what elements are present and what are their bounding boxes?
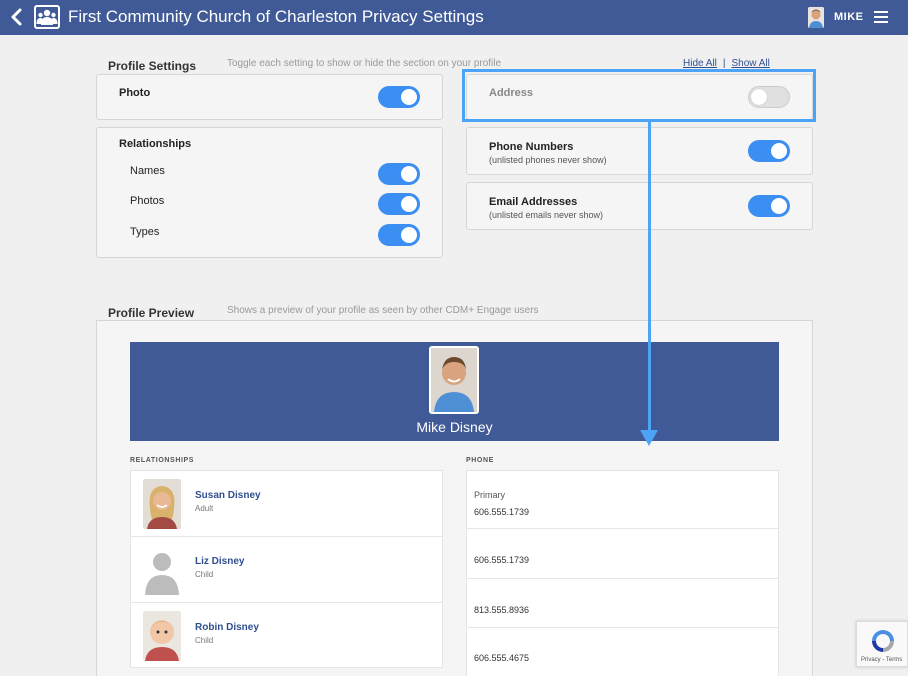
relationship-row[interactable]: Susan Disney Adult	[131, 471, 443, 537]
profile-settings-title: Profile Settings	[108, 59, 197, 73]
relationship-photo	[143, 611, 181, 661]
recaptcha-badge[interactable]: Privacy - Terms	[856, 621, 908, 667]
annotation-arrow-head	[640, 430, 658, 446]
phone-numbers-setting-sub: (unlisted phones never show)	[489, 155, 607, 165]
person-placeholder-icon	[143, 545, 181, 595]
relationship-role: Child	[195, 636, 214, 645]
back-arrow-icon[interactable]	[8, 6, 26, 28]
hide-all-link[interactable]: Hide All	[683, 58, 717, 69]
phone-row[interactable]: Primary 606.555.1739	[467, 471, 779, 529]
top-bar: First Community Church of Charleston Pri…	[0, 0, 908, 35]
relationship-role: Adult	[195, 504, 214, 513]
phone-numbers-setting-card: Phone Numbers (unlisted phones never sho…	[466, 127, 813, 175]
recaptcha-icon	[872, 630, 894, 652]
show-all-link[interactable]: Show All	[732, 58, 770, 69]
photo-setting-label: Photo	[119, 87, 151, 99]
email-addresses-setting-card: Email Addresses (unlisted emails never s…	[466, 182, 813, 230]
phone-label: Primary	[474, 490, 505, 500]
address-highlight-box	[462, 69, 816, 122]
relationships-types-label: Types	[130, 226, 160, 238]
relationships-heading: RELATIONSHIPS	[130, 457, 195, 464]
relationship-row[interactable]: Liz Disney Child	[131, 537, 443, 603]
phone-numbers-toggle[interactable]	[748, 140, 790, 162]
recaptcha-terms[interactable]: Privacy - Terms	[861, 657, 902, 663]
profile-name: Mike Disney	[416, 419, 493, 435]
profile-preview-title: Profile Preview	[108, 306, 195, 320]
relationships-names-label: Names	[130, 165, 165, 177]
link-separator: |	[722, 58, 726, 69]
photo-toggle[interactable]	[378, 86, 420, 108]
relationships-names-toggle[interactable]	[378, 163, 420, 185]
email-addresses-setting-sub: (unlisted emails never show)	[489, 210, 604, 220]
phone-row[interactable]: 606.555.4675	[467, 628, 779, 676]
relationship-role: Child	[195, 570, 214, 579]
user-avatar[interactable]	[808, 7, 824, 28]
phone-list: Primary 606.555.1739 606.555.1739 813.55…	[466, 470, 779, 676]
relationship-photo	[143, 479, 181, 529]
phone-numbers-setting-label: Phone Numbers	[489, 141, 574, 153]
phone-heading: PHONE	[466, 457, 494, 464]
profile-banner: Mike Disney	[130, 342, 779, 441]
profile-settings-hint: Toggle each setting to show or hide the …	[227, 58, 502, 69]
hide-show-links: Hide All | Show All	[683, 58, 770, 69]
phone-number[interactable]: 606.555.1739	[474, 555, 529, 565]
relationships-setting-card: Relationships Names Photos Types	[96, 127, 443, 258]
profile-preview-hint: Shows a preview of your profile as seen …	[227, 305, 539, 316]
profile-photo	[429, 346, 479, 414]
relationship-name[interactable]: Liz Disney	[195, 556, 244, 567]
relationship-row[interactable]: Robin Disney Child	[131, 603, 443, 669]
email-addresses-toggle[interactable]	[748, 195, 790, 217]
hamburger-menu-icon[interactable]	[874, 9, 888, 25]
user-name[interactable]: MIKE	[834, 11, 864, 23]
church-logo-icon	[34, 5, 60, 29]
relationships-setting-label: Relationships	[119, 138, 192, 150]
email-addresses-setting-label: Email Addresses	[489, 196, 578, 208]
photo-setting-card: Photo	[96, 74, 443, 120]
annotation-arrow-line	[648, 122, 651, 432]
relationships-list: Susan Disney Adult Liz Disney Child Robi…	[130, 470, 443, 668]
phone-number[interactable]: 813.555.8936	[474, 605, 529, 615]
relationship-name[interactable]: Robin Disney	[195, 622, 259, 633]
phone-number[interactable]: 606.555.1739	[474, 507, 529, 517]
relationships-photos-label: Photos	[130, 195, 165, 207]
phone-row[interactable]: 606.555.1739	[467, 529, 779, 579]
page-title: First Community Church of Charleston Pri…	[68, 7, 484, 26]
relationships-types-toggle[interactable]	[378, 224, 420, 246]
phone-row[interactable]: 813.555.8936	[467, 579, 779, 628]
relationship-name[interactable]: Susan Disney	[195, 490, 261, 501]
phone-number[interactable]: 606.555.4675	[474, 653, 529, 663]
relationships-photos-toggle[interactable]	[378, 193, 420, 215]
